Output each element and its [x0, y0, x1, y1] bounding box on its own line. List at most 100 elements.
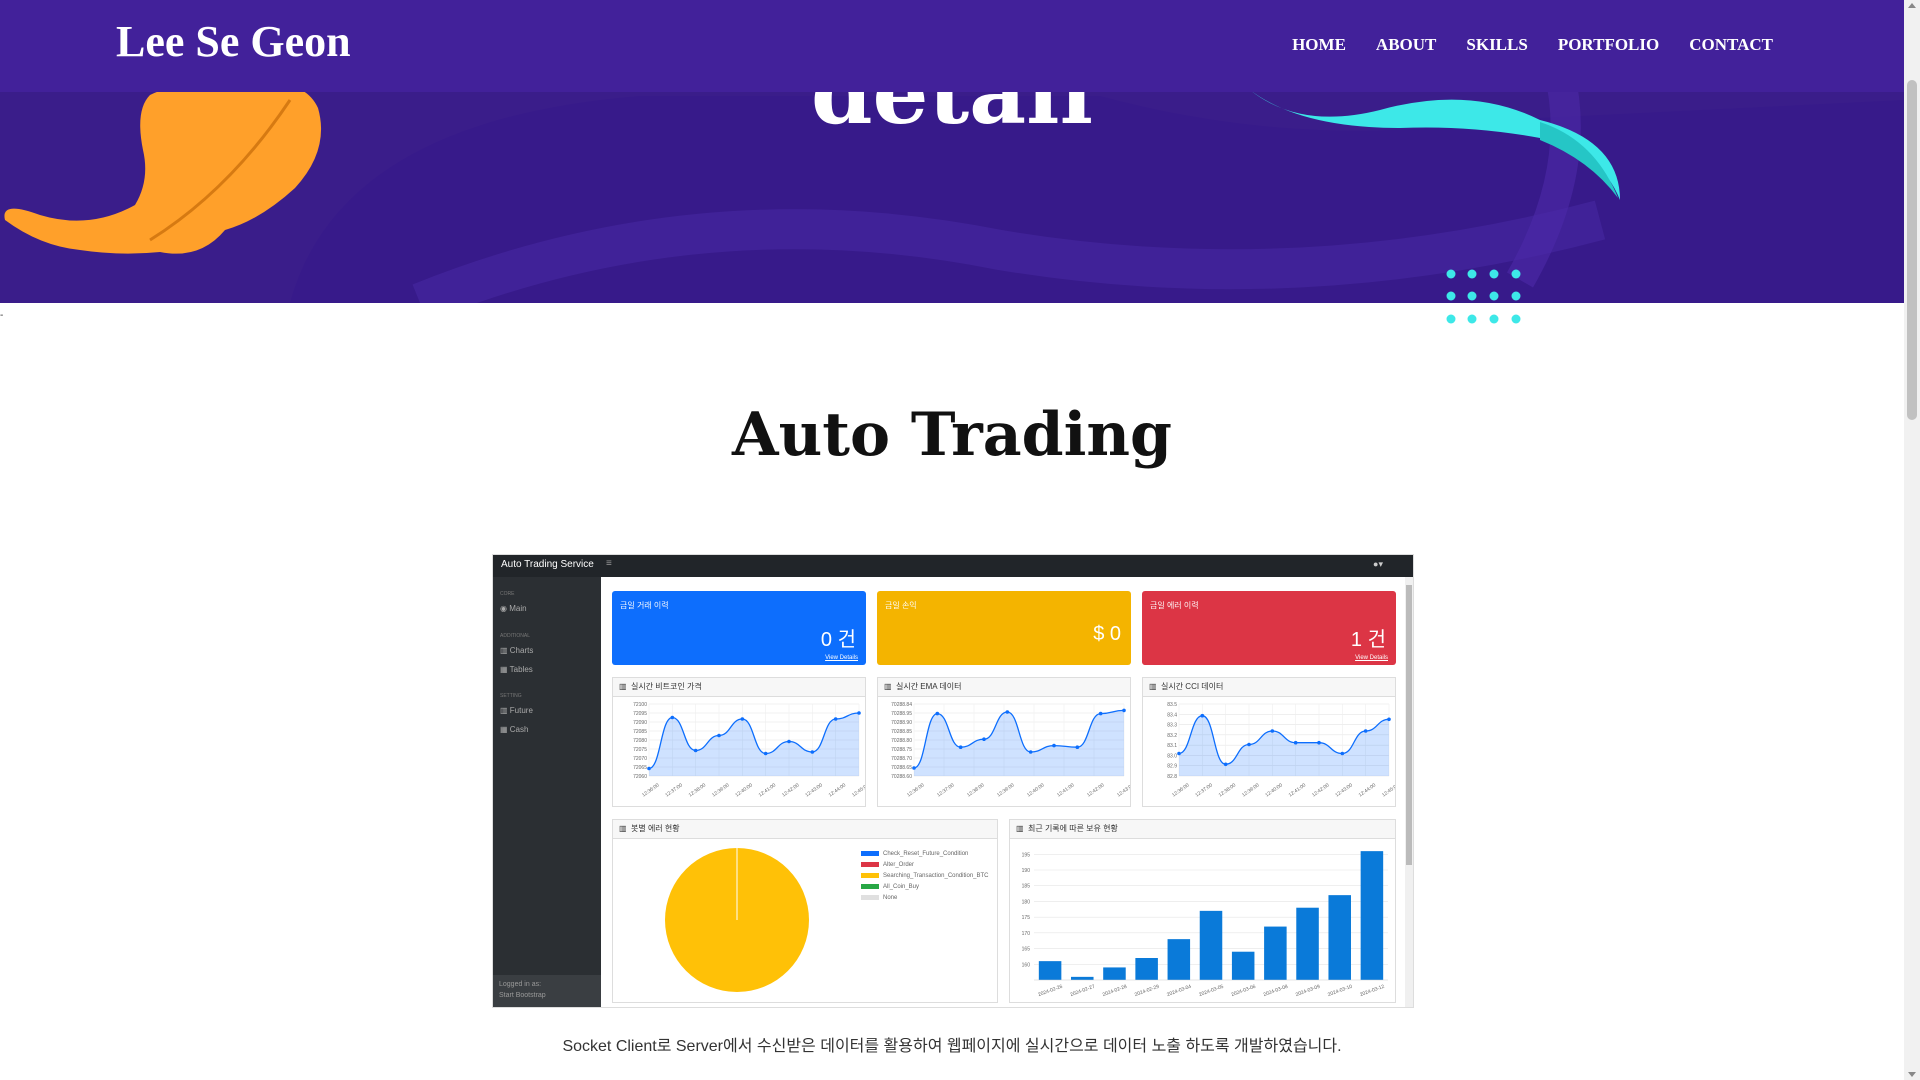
y-tick-label: 83.1	[1167, 743, 1177, 749]
y-tick-label: 170	[1022, 931, 1031, 937]
data-point	[1177, 751, 1181, 756]
section-caption: Socket Client로 Server에서 수신받은 데이터를 활용하여 웹…	[562, 1038, 1342, 1055]
nav-link-home[interactable]: HOME	[1292, 35, 1346, 55]
x-tick-label: 12:39:00	[711, 782, 731, 798]
y-tick-label: 70288.90	[891, 720, 912, 726]
legend-swatch	[861, 851, 879, 856]
y-tick-label: 72095	[633, 711, 647, 717]
data-point	[693, 748, 698, 753]
card-errors: 금일 에러 이력 1 건 View Details	[1142, 591, 1396, 665]
x-tick-label: 2024-03-08	[1263, 984, 1289, 998]
legend-swatch	[861, 884, 879, 889]
x-tick-label: 2024-03-04	[1166, 984, 1192, 998]
legend-label: Searching_Transaction_Condition_BTC	[883, 872, 989, 879]
x-tick-label: 2024-03-12	[1359, 984, 1385, 998]
x-tick-label: 12:36:00	[1171, 782, 1191, 798]
bar	[1231, 951, 1255, 980]
dashboard-brand: Auto Trading Service	[501, 559, 594, 570]
ema-chart: 70288.84 70288.95 70288.90 70288.85 70288.80…	[891, 702, 1130, 798]
y-tick-label: 70288.84	[891, 702, 912, 708]
panel-ema: ▥ 실시간 EMA 데이터 70288.84 70288.95 70288.90 702…	[877, 677, 1131, 807]
legend-item: Searching_Transaction_Condition_BTC	[861, 870, 989, 881]
page-scrollbar[interactable]	[1904, 0, 1920, 1080]
card-title: 금일 손익	[885, 601, 917, 610]
data-point	[1098, 711, 1103, 716]
scroll-up-arrow-icon[interactable]	[1908, 3, 1916, 8]
x-tick-label: 12:37:00	[1194, 782, 1214, 798]
nav-link-portfolio[interactable]: PORTFOLIO	[1558, 35, 1659, 55]
sidebar-item-label: Main	[509, 604, 527, 613]
scroll-thumb[interactable]	[1907, 80, 1917, 420]
y-tick-label: 83.2	[1167, 733, 1177, 739]
nav-link-contact[interactable]: CONTACT	[1689, 35, 1773, 55]
nav-link-about[interactable]: ABOUT	[1376, 35, 1436, 55]
scroll-down-arrow-icon[interactable]	[1908, 1072, 1916, 1077]
dashboard-topbar: Auto Trading Service ≡ ●▾	[493, 555, 1413, 577]
bar	[1360, 851, 1384, 980]
data-point	[1340, 751, 1345, 756]
x-tick-label: 12:43:00	[1116, 782, 1130, 798]
data-point	[717, 733, 721, 738]
navbar: Lee Se Geon HOME ABOUT SKILLS PORTFOLIO …	[0, 0, 1904, 92]
x-tick-label: 12:41:00	[1288, 782, 1308, 798]
chart-area-icon: ▥	[619, 682, 627, 691]
btc-price-chart: 72100 72095 72090 72085 72080 72075 72070 72065…	[633, 702, 865, 798]
data-point	[1075, 745, 1080, 749]
y-tick-label: 180	[1022, 899, 1031, 905]
x-tick-label: 2024-02-27	[1070, 984, 1096, 998]
x-tick-label: 12:41:00	[1056, 782, 1076, 798]
data-point	[1052, 743, 1056, 748]
bar	[1167, 939, 1191, 980]
panel-title: 실시간 비트코인 가격	[631, 682, 702, 691]
x-tick-label: 12:39:00	[996, 782, 1016, 798]
x-tick-label: 2024-02-29	[1134, 984, 1160, 998]
data-point	[935, 711, 940, 716]
bar	[1071, 976, 1094, 980]
data-point	[740, 717, 745, 721]
card-title: 금일 거래 이력	[620, 601, 669, 610]
card-value: 0 건	[820, 629, 856, 651]
sidebar-item-cash: ▦ Cash	[500, 725, 529, 734]
legend-label: None	[883, 894, 898, 901]
x-tick-label: 12:45:00	[1381, 782, 1395, 798]
y-tick-label: 165	[1022, 947, 1031, 953]
sidebar-item-charts: ▥ Charts	[500, 646, 534, 655]
x-tick-label: 12:36:00	[906, 782, 926, 798]
bar	[1296, 907, 1319, 980]
sidebar-item-label: Cash	[509, 725, 529, 734]
y-tick-label: 185	[1022, 884, 1031, 890]
chart-area-icon: ▥	[884, 682, 892, 691]
data-point	[647, 766, 651, 771]
dots-pattern-icon	[1446, 269, 1521, 324]
x-tick-label: 12:37:00	[936, 782, 956, 798]
legend-label: Check_Reset_Future_Condition	[883, 850, 969, 857]
panel-cci: ▥ 실시간 CCI 데이터 83.5 83.4 83.3 83.2 83.1 83.0 82.…	[1142, 677, 1396, 807]
holdings-bar-chart: 195 190 185 180 175 170 165 160 2024-02-26 2024-0…	[1022, 851, 1388, 998]
bar	[1199, 910, 1223, 980]
site-brand[interactable]: Lee Se Geon	[116, 16, 351, 67]
data-point	[982, 737, 986, 741]
x-tick-label: 2024-03-09	[1295, 984, 1321, 998]
legend-item: None	[861, 892, 989, 903]
sidebar-footer: Logged in as: Start Bootstrap	[493, 975, 601, 1007]
x-tick-label: 2024-02-26	[1037, 984, 1063, 998]
sidebar-item-future: ▥ Future	[500, 706, 533, 715]
panel-holdings: ▥ 최근 기록에 따른 보유 현황 195 190 185 180 175 170 165 16…	[1009, 819, 1396, 1003]
y-tick-label: 72085	[633, 729, 647, 735]
y-tick-label: 160	[1022, 962, 1031, 968]
legend-label: Alter_Order	[883, 861, 915, 868]
sidebar-item-label: Charts	[509, 646, 534, 655]
dashboard-screenshot: Auto Trading Service ≡ ●▾ CORE ◉ Main AD…	[492, 554, 1414, 1008]
y-tick-label: 70288.85	[891, 729, 912, 735]
nav-link-skills[interactable]: SKILLS	[1466, 35, 1527, 55]
bot-errors-pie	[665, 848, 809, 992]
y-tick-label: 70288.65	[891, 765, 912, 771]
cci-chart: 83.5 83.4 83.3 83.2 83.1 83.0 82.9 82.8 12:36:00…	[1167, 702, 1395, 798]
panel-title: 최근 기록에 따른 보유 현황	[1028, 824, 1118, 833]
x-tick-label: 12:36:00	[641, 782, 661, 798]
user-icon: ●▾	[1373, 559, 1383, 569]
x-tick-label: 12:40:00	[1026, 782, 1046, 798]
data-point	[1247, 742, 1251, 747]
sidebar-item-label: Future	[509, 706, 533, 715]
x-tick-label: 2024-02-28	[1102, 984, 1128, 998]
